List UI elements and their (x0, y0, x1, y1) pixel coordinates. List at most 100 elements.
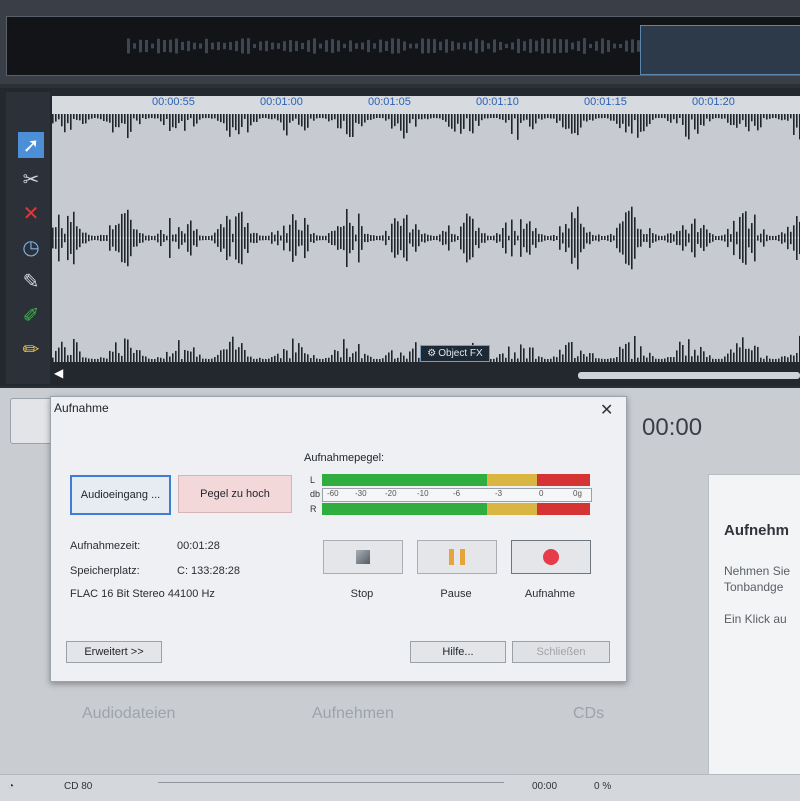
waveform-bar (760, 357, 762, 362)
pause-button[interactable] (417, 540, 497, 574)
waveform-bar (94, 114, 96, 119)
overview-bar (409, 43, 412, 49)
waveform-bar (598, 114, 600, 119)
waveform-bar (661, 114, 663, 119)
horizontal-scrollbar[interactable] (578, 372, 800, 379)
waveform-bar (784, 356, 786, 362)
waveform-bar (142, 114, 144, 119)
waveform-bar (751, 350, 753, 362)
waveform-bar (232, 114, 234, 128)
close-dialog-button[interactable]: Schließen (512, 641, 610, 663)
waveform-bar (58, 347, 60, 362)
waveform-bar (610, 358, 612, 362)
waveform-bar (694, 349, 696, 362)
waveform-bar (673, 114, 675, 120)
record-button[interactable] (511, 540, 591, 574)
format-info: FLAC 16 Bit Stereo 44100 Hz (70, 588, 215, 600)
waveform-bar (748, 228, 750, 248)
time-ruler[interactable]: 00:00:55 00:01:00 00:01:05 00:01:10 00:0… (52, 96, 800, 115)
waveform-bar (658, 235, 660, 241)
waveform-bar (520, 114, 522, 123)
waveform-bar (739, 216, 741, 260)
waveform-bar (400, 114, 402, 131)
waveform-bar (622, 348, 624, 362)
waveform-bar (583, 227, 585, 249)
waveform-bar (613, 235, 615, 241)
waveform-bar (643, 234, 645, 242)
clock-icon[interactable]: ◷ (18, 234, 44, 260)
waveform-bar (373, 235, 375, 241)
pointer-icon[interactable]: ➚ (18, 132, 44, 158)
waveform-bar (538, 114, 540, 119)
waveform-bar (154, 235, 156, 241)
waveform-bar (277, 230, 279, 246)
waveform-bar (349, 356, 351, 362)
category-audiodateien[interactable]: Audiodateien (82, 705, 175, 723)
waveform-bar (634, 114, 636, 121)
waveform-bar (706, 114, 708, 119)
waveform-bar (106, 235, 108, 241)
waveform-bar (181, 114, 183, 121)
draw-brush-icon[interactable]: ✎ (18, 268, 44, 294)
delete-icon[interactable]: ✕ (18, 200, 44, 226)
close-icon[interactable]: ✕ (600, 400, 613, 420)
help-button[interactable]: Hilfe... (410, 641, 506, 663)
waveform-bar (547, 235, 549, 241)
waveform-bar (172, 353, 174, 362)
audio-input-button[interactable]: Audioeingang ... (70, 475, 171, 515)
extended-button[interactable]: Erweitert >> (66, 641, 162, 663)
waveform-bar (553, 234, 555, 242)
waveform-bar (115, 114, 117, 128)
pencil-icon[interactable]: ✏ (18, 336, 44, 362)
pen-icon[interactable]: ✐ (18, 302, 44, 328)
waveform-bar (718, 358, 720, 362)
waveform-bar (475, 114, 477, 121)
waveform-bar (580, 114, 582, 128)
waveform-bar (628, 342, 630, 362)
scale-label: -10 (417, 489, 429, 498)
level-warning-button[interactable]: Pegel zu hoch (178, 475, 292, 513)
object-fx-button[interactable]: ⚙ Object FX (420, 345, 490, 362)
category-cds[interactable]: CDs (573, 705, 604, 723)
stop-button[interactable] (323, 540, 403, 574)
scale-label: -30 (355, 489, 367, 498)
waveform-bar (712, 358, 714, 362)
waveform-bar (82, 357, 84, 362)
waveform-bar (178, 114, 180, 124)
status-time: 00:00 (532, 781, 558, 792)
waveform-bar (397, 114, 399, 124)
waveform-bar (265, 114, 267, 119)
category-aufnehmen[interactable]: Aufnehmen (312, 705, 394, 723)
waveform-bar (298, 343, 300, 362)
waveform-bar (304, 114, 306, 131)
waveform-bar (715, 114, 717, 119)
waveform-bar (577, 114, 579, 136)
waveform-bar (160, 229, 162, 247)
waveform-bar (163, 358, 165, 362)
left-tool-button[interactable] (10, 398, 52, 444)
waveform-bar (391, 350, 393, 362)
scissors-icon[interactable]: ✂ (18, 166, 44, 192)
waveform-bar (85, 357, 87, 362)
waveform-bar (139, 232, 141, 244)
waveform-bar (358, 213, 360, 263)
waveform-bar (676, 114, 678, 124)
waveform-area[interactable] (52, 114, 800, 362)
waveform-bar (640, 114, 642, 132)
waveform-bar (157, 233, 159, 243)
waveform-bar (244, 114, 246, 119)
waveform-bar (766, 114, 768, 120)
waveform-bar (130, 347, 132, 362)
waveform-bar (709, 114, 711, 122)
overview-selection[interactable] (640, 25, 800, 75)
waveform-bar (787, 226, 789, 250)
waveform-bar (646, 234, 648, 242)
meter-channel-right: R (310, 504, 317, 514)
waveform-bar (685, 229, 687, 247)
scroll-left-arrow-icon[interactable]: ◀ (54, 366, 63, 380)
waveform-bar (661, 358, 663, 362)
waveform-bar (322, 358, 324, 362)
waveform-bar (343, 339, 345, 362)
meter-label: Aufnahmepegel: (304, 452, 385, 464)
waveform-bar (796, 114, 798, 128)
